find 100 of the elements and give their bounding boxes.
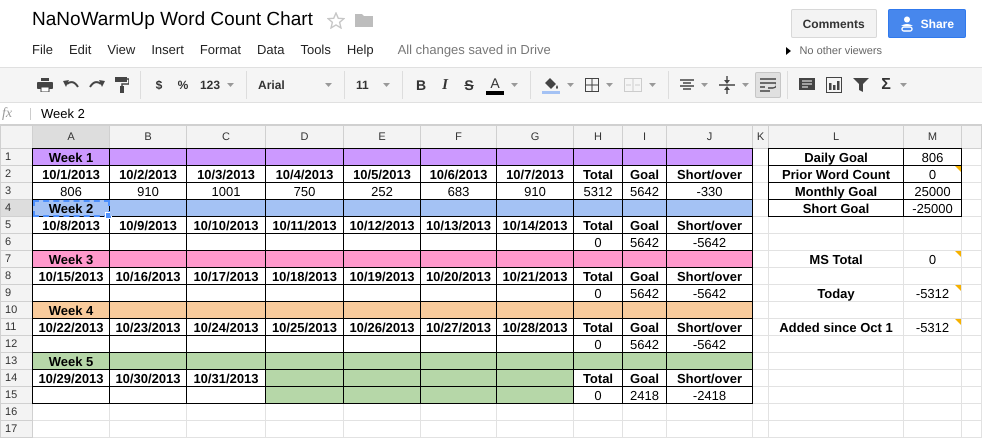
text-color-button[interactable]: A <box>481 72 510 98</box>
menu-item[interactable]: Edit <box>68 42 92 56</box>
table-cell: 10/14/2013 <box>496 216 574 234</box>
table-cell: Total <box>574 318 622 336</box>
caret-icon[interactable] <box>325 83 332 87</box>
table-cell: 806 <box>904 148 962 166</box>
column-header[interactable]: L <box>768 126 904 148</box>
table-cell: 10/9/2013 <box>110 216 186 234</box>
row-header[interactable]: 12 <box>0 336 32 352</box>
menu-item[interactable]: View <box>107 42 136 56</box>
row-header[interactable]: 15 <box>0 386 32 404</box>
menu-item[interactable]: Tools <box>300 42 331 56</box>
column-header[interactable]: B <box>110 126 186 148</box>
row-header[interactable]: 5 <box>0 216 32 234</box>
row-header[interactable]: 13 <box>0 352 32 370</box>
table-cell: -5312 <box>904 284 962 302</box>
column-header[interactable]: I <box>622 126 666 148</box>
table-cell: 10/3/2013 <box>186 166 266 182</box>
table-cell: Total <box>574 166 622 182</box>
caret-icon[interactable] <box>511 83 518 87</box>
table-cell: 10/26/2013 <box>344 318 420 336</box>
menu-item[interactable]: File <box>32 42 53 56</box>
font-size-dropdown[interactable]: 11 <box>351 72 382 98</box>
caret-icon[interactable] <box>900 83 908 87</box>
row-header[interactable]: 9 <box>0 284 32 302</box>
column-header[interactable]: M <box>904 126 962 148</box>
format-dropdown[interactable]: 123 <box>195 72 226 98</box>
column-header[interactable]: F <box>420 126 496 148</box>
table-cell: Short/over <box>666 166 752 182</box>
star-icon[interactable] <box>326 12 345 28</box>
row-header[interactable]: 7 <box>0 250 32 268</box>
row-header[interactable]: 4 <box>0 200 32 216</box>
row-header[interactable]: 11 <box>0 318 32 336</box>
table-cell: Short Goal <box>768 200 904 216</box>
functions-button[interactable]: Σ <box>874 72 898 98</box>
person-icon <box>900 16 914 32</box>
table-cell: 10/12/2013 <box>344 216 420 234</box>
table-cell: 10/21/2013 <box>496 268 574 284</box>
table-cell: 10/28/2013 <box>496 318 574 336</box>
wrap-text-icon[interactable] <box>755 72 782 98</box>
caret-icon[interactable] <box>701 83 708 87</box>
table-cell: Short/over <box>666 370 752 386</box>
table-cell: 10/7/2013 <box>496 166 574 182</box>
table-cell: 10/18/2013 <box>266 268 344 284</box>
table-cell: 10/2/2013 <box>110 166 186 182</box>
table-cell: Week 4 <box>32 302 110 318</box>
viewers-status: No other viewers <box>799 45 882 57</box>
currency-button[interactable]: $ <box>147 72 171 98</box>
table-cell: 10/22/2013 <box>32 318 110 336</box>
document-title[interactable]: NaNoWarmUp Word Count Chart <box>32 9 313 31</box>
column-header[interactable]: C <box>186 126 266 148</box>
table-cell: Goal <box>622 268 666 284</box>
table-cell: 10/15/2013 <box>32 268 110 284</box>
caret-icon[interactable] <box>606 83 614 87</box>
table-cell: 10/29/2013 <box>32 370 110 386</box>
table-cell: MS Total <box>768 250 904 268</box>
row-header[interactable]: 6 <box>0 234 32 250</box>
row-header[interactable]: 3 <box>0 182 32 200</box>
column-header[interactable]: H <box>574 126 622 148</box>
table-cell: Week 3 <box>32 250 110 268</box>
row-header[interactable]: 1 <box>0 148 32 166</box>
column-header[interactable]: K <box>752 126 768 148</box>
table-cell: Short/over <box>666 216 752 234</box>
table-cell: -5312 <box>904 318 962 336</box>
percent-button[interactable]: % <box>171 72 195 98</box>
italic-button[interactable]: I <box>433 72 458 98</box>
table-cell: Week 2 <box>32 200 110 216</box>
menu-item[interactable]: Help <box>346 42 374 56</box>
table-cell: Daily Goal <box>768 148 904 166</box>
row-header[interactable]: 8 <box>0 268 32 284</box>
table-cell: Short/over <box>666 268 752 284</box>
comments-button[interactable]: Comments <box>790 9 877 38</box>
caret-icon[interactable] <box>567 83 574 87</box>
formula-field[interactable]: Week 2 <box>41 106 85 121</box>
font-dropdown[interactable]: Arial <box>253 72 324 98</box>
bold-button[interactable]: B <box>409 72 434 98</box>
table-cell: 10/24/2013 <box>186 318 266 336</box>
table-cell: 10/16/2013 <box>110 268 186 284</box>
menu-item[interactable]: Format <box>200 42 241 56</box>
column-header[interactable]: G <box>496 126 574 148</box>
caret-icon[interactable] <box>742 83 750 87</box>
column-header[interactable]: J <box>666 126 752 148</box>
row-header[interactable]: 14 <box>0 370 32 386</box>
triangle-icon[interactable] <box>786 47 792 55</box>
column-header[interactable]: E <box>344 126 420 148</box>
table-cell: 10/4/2013 <box>266 166 344 182</box>
row-header[interactable]: 2 <box>0 166 32 182</box>
strike-button[interactable]: S <box>457 72 482 98</box>
row-header[interactable]: 10 <box>0 302 32 318</box>
row-header[interactable]: 16 <box>0 404 32 420</box>
menu-item[interactable]: Insert <box>151 42 184 56</box>
share-button[interactable]: Share <box>888 9 966 38</box>
column-header[interactable]: D <box>266 126 344 148</box>
caret-icon[interactable] <box>383 83 390 87</box>
caret-icon[interactable] <box>227 83 234 87</box>
menu-item[interactable]: Data <box>257 42 284 56</box>
column-header[interactable]: A <box>32 126 110 148</box>
row-header[interactable]: 17 <box>0 420 32 438</box>
table-cell: 0 <box>904 166 962 182</box>
table-cell: 0 <box>574 386 622 404</box>
